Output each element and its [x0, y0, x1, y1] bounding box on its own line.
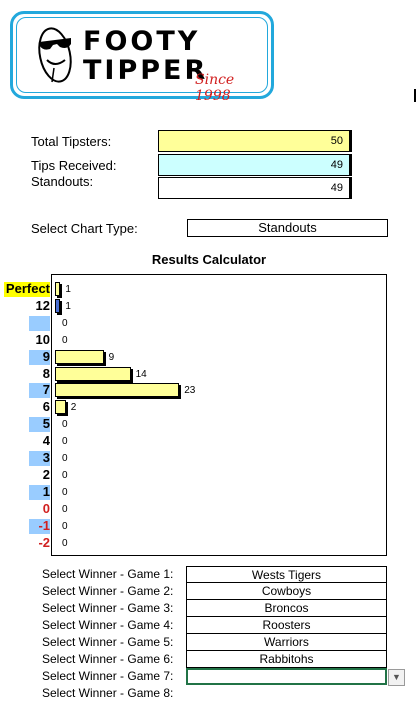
chart-bar [55, 383, 180, 398]
bar-value-label: 1 [65, 284, 71, 295]
chart-bar [55, 400, 66, 415]
winner-game-label: Select Winner - Game 8: [42, 686, 174, 700]
winner-game-select[interactable] [186, 668, 387, 685]
winner-game-select[interactable]: Broncos [186, 600, 387, 617]
category-label [29, 315, 50, 331]
winner-game-select[interactable]: Rabbitohs [186, 651, 387, 668]
bar-value-label: 0 [62, 503, 68, 515]
category-label: -1 [29, 518, 50, 534]
category-label: 7 [29, 383, 50, 399]
results-chart-area [51, 274, 387, 556]
category-label: 10 [35, 331, 50, 347]
chart-bar [55, 366, 131, 381]
bar-value-label: 23 [184, 385, 196, 397]
bar-value-label: 0 [62, 469, 68, 481]
logo-line1: FOOTY [83, 26, 201, 57]
winner-game-select[interactable]: Cowboys [186, 583, 387, 600]
category-label: Perfect [4, 281, 50, 297]
bar-value-label: 1 [65, 300, 71, 312]
chart-bar [55, 349, 104, 364]
category-label: 9 [29, 349, 50, 365]
chart-type-select[interactable]: Standouts [187, 219, 388, 237]
category-label: 8 [42, 365, 50, 381]
bar-value-label: 0 [62, 419, 68, 431]
category-label: -2 [38, 534, 50, 550]
tips-received-value[interactable]: 49 [158, 154, 352, 176]
category-label: 1 [29, 484, 50, 500]
winner-game-label: Select Winner - Game 2: [42, 584, 174, 598]
winner-game-select[interactable]: Roosters [186, 617, 387, 634]
winner-game-select[interactable]: Wests Tigers [186, 566, 387, 583]
category-label: 3 [29, 451, 50, 466]
winner-game-label: Select Winner - Game 1: [42, 567, 174, 581]
winner-game-label: Select Winner - Game 3: [42, 601, 174, 615]
category-label: 4 [42, 433, 50, 449]
bar-value-label: 0 [62, 436, 68, 448]
footy-tipper-logo: FOOTY TIPPER Since 1998 [10, 11, 274, 104]
bar-value-label: 0 [62, 520, 68, 532]
winner-game-select[interactable]: Warriors [186, 634, 387, 651]
category-label: 0 [42, 500, 50, 516]
chart-bar [55, 298, 61, 313]
category-label: 5 [29, 417, 50, 433]
logo-since-text: Since 1998 [195, 72, 235, 104]
bar-value-label: 0 [62, 334, 68, 346]
tips-received-label: Tips Received: [31, 158, 117, 173]
total-tipsters-label: Total Tipsters: [31, 134, 112, 149]
winner-game-label: Select Winner - Game 6: [42, 652, 174, 666]
bar-value-label: 0 [62, 537, 68, 549]
chart-type-label: Select Chart Type: [31, 221, 138, 236]
bar-value-label: 0 [62, 453, 68, 464]
winner-game-label: Select Winner - Game 4: [42, 618, 174, 632]
logo-line2: TIPPER [83, 55, 209, 86]
bar-value-label: 0 [62, 317, 68, 329]
cell-edge-mark [414, 89, 416, 102]
total-tipsters-value[interactable]: 50 [158, 130, 352, 152]
bar-value-label: 14 [135, 368, 147, 380]
category-label: 6 [42, 399, 50, 415]
chart-bar [55, 282, 61, 296]
standouts-label: Standouts: [31, 174, 94, 189]
bar-value-label: 2 [70, 402, 77, 414]
winner-game-label: Select Winner - Game 7: [42, 669, 174, 683]
results-calculator-title: Results Calculator [151, 252, 267, 267]
bar-value-label: 9 [108, 351, 115, 363]
bar-value-label: 0 [62, 486, 68, 498]
category-label: 2 [42, 466, 50, 482]
standouts-value[interactable]: 49 [158, 177, 352, 199]
sunglasses-football-icon [38, 27, 72, 83]
category-label: 12 [35, 297, 50, 313]
winner-game-label: Select Winner - Game 5: [42, 635, 174, 649]
chevron-down-icon[interactable]: ▼ [388, 669, 405, 686]
